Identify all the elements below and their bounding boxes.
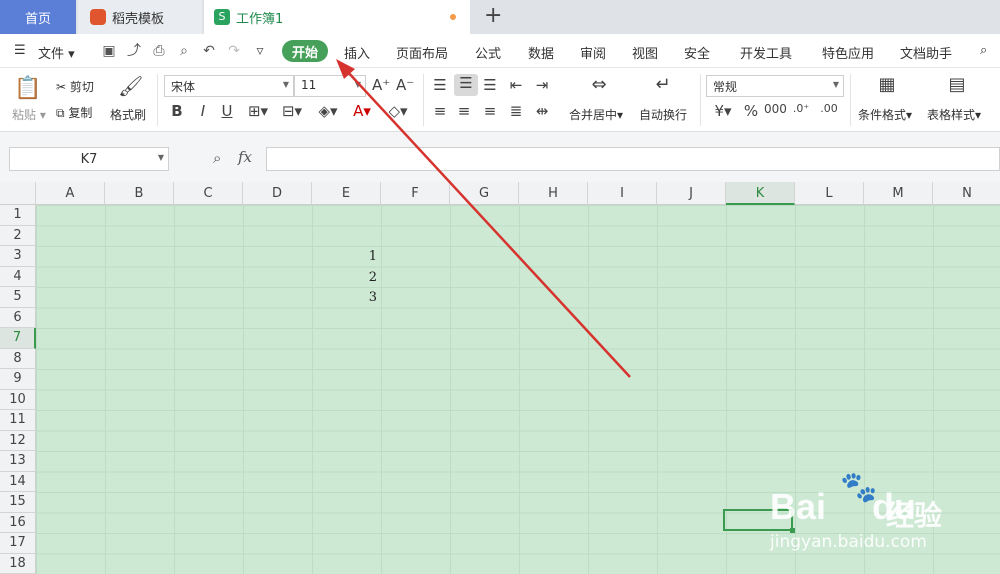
baidu-watermark: 🐾 Bai du 经验 jingyan.baidu.com: [770, 470, 1000, 574]
watermark-brand-part1: Bai: [770, 486, 827, 527]
watermark-url: jingyan.baidu.com: [770, 532, 927, 552]
watermark-cn: 经验: [886, 499, 943, 532]
